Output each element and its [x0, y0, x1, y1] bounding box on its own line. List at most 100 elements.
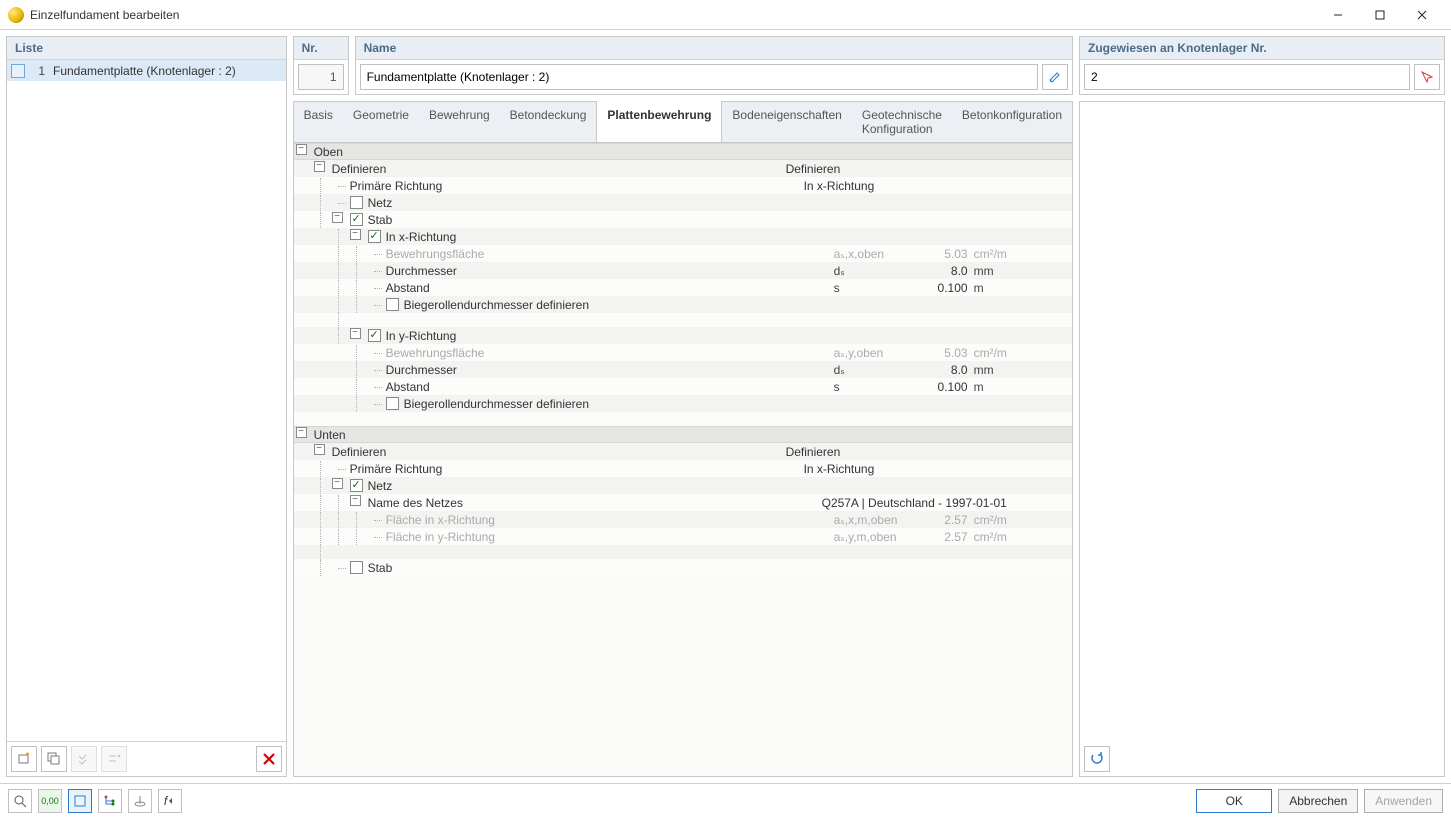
- val-asy-oben: 5.03: [904, 346, 974, 360]
- checkbox-in-x[interactable]: [368, 230, 381, 243]
- delete-item-button[interactable]: [256, 746, 282, 772]
- val-s-x[interactable]: 0.100: [904, 281, 974, 295]
- node-prim-richtung-unten[interactable]: Primäre Richtung: [348, 462, 798, 476]
- ok-button[interactable]: OK: [1196, 789, 1272, 813]
- unit-mm-y: mm: [974, 363, 1024, 377]
- node-definieren[interactable]: Definieren: [330, 162, 780, 176]
- tab-basis[interactable]: Basis: [294, 102, 343, 142]
- collapse-toggle[interactable]: −: [350, 328, 361, 339]
- node-biegeroll: Biegerollendurchmesser definieren: [404, 298, 589, 312]
- pick-node-button[interactable]: [1414, 64, 1440, 90]
- preview-panel: [1079, 101, 1445, 777]
- node-bewehrungsflaeche: Bewehrungsfläche: [384, 247, 834, 261]
- sym-ds: dₛ: [834, 264, 904, 278]
- value-name-netz[interactable]: Q257A | Deutschland - 1997-01-01: [816, 496, 1072, 510]
- view-flat-button[interactable]: [68, 789, 92, 813]
- val-ds-y[interactable]: 8.0: [904, 363, 974, 377]
- tab-geometrie[interactable]: Geometrie: [343, 102, 419, 142]
- val-s-y[interactable]: 0.100: [904, 380, 974, 394]
- collapse-toggle[interactable]: −: [296, 144, 307, 155]
- value-prim-richtung[interactable]: In x-Richtung: [798, 179, 1072, 193]
- unit-m-y: m: [974, 380, 1024, 394]
- copy-item-button[interactable]: [41, 746, 67, 772]
- node-unten[interactable]: Unten: [312, 428, 1072, 442]
- value-prim-richtung-unten[interactable]: In x-Richtung: [798, 462, 1072, 476]
- node-durchmesser[interactable]: Durchmesser: [384, 264, 834, 278]
- name-label: Name: [356, 37, 1072, 60]
- list-item[interactable]: 1 Fundamentplatte (Knotenlager : 2): [7, 60, 286, 82]
- name-input[interactable]: [360, 64, 1038, 90]
- node-netz: Netz: [368, 196, 393, 210]
- sym-asx-oben: aₛ,x,oben: [834, 247, 904, 261]
- node-flaeche-x: Fläche in x-Richtung: [384, 513, 834, 527]
- cancel-button[interactable]: Abbrechen: [1278, 789, 1358, 813]
- sym-s: s: [834, 281, 904, 295]
- tab-strip: Basis Geometrie Bewehrung Betondeckung P…: [293, 101, 1073, 142]
- val-ds-x[interactable]: 8.0: [904, 264, 974, 278]
- tab-geotech-config[interactable]: Geotechnische Konfiguration: [852, 102, 952, 142]
- unit-asx-oben: cm²/m: [974, 247, 1024, 261]
- checkbox-netz-oben[interactable]: [350, 196, 363, 209]
- view-tree-button[interactable]: [98, 789, 122, 813]
- view-3d-button[interactable]: [128, 789, 152, 813]
- apply-button[interactable]: Anwenden: [1364, 789, 1443, 813]
- tab-beton-config[interactable]: Betonkonfiguration: [952, 102, 1072, 142]
- new-item-button[interactable]: [11, 746, 37, 772]
- node-flaeche-y: Fläche in y-Richtung: [384, 530, 834, 544]
- node-oben[interactable]: Oben: [312, 145, 1072, 159]
- collapse-toggle[interactable]: −: [332, 478, 343, 489]
- node-bewehrungsflaeche-y: Bewehrungsfläche: [384, 346, 834, 360]
- unit-flaeche-x: cm²/m: [974, 513, 1024, 527]
- check-all-button[interactable]: [71, 746, 97, 772]
- checkbox-netz-unten[interactable]: [350, 479, 363, 492]
- collapse-toggle[interactable]: −: [314, 444, 325, 455]
- node-abstand-y[interactable]: Abstand: [384, 380, 834, 394]
- value-definieren[interactable]: Definieren: [780, 162, 1072, 176]
- tab-bewehrung[interactable]: Bewehrung: [419, 102, 500, 142]
- node-stab: Stab: [368, 213, 393, 227]
- edit-name-button[interactable]: [1042, 64, 1068, 90]
- function-button[interactable]: f: [158, 789, 182, 813]
- assign-label: Zugewiesen an Knotenlager Nr.: [1080, 37, 1444, 60]
- node-netz-unten: Netz: [368, 479, 393, 493]
- tab-betondeckung[interactable]: Betondeckung: [500, 102, 597, 142]
- node-abstand[interactable]: Abstand: [384, 281, 834, 295]
- tab-plattenbewehrung[interactable]: Plattenbewehrung: [596, 101, 722, 142]
- decimal-button[interactable]: 0,00: [38, 789, 62, 813]
- list-item-index: 1: [31, 64, 45, 78]
- collapse-toggle[interactable]: −: [332, 212, 343, 223]
- uncheck-all-button[interactable]: [101, 746, 127, 772]
- node-durchmesser-y[interactable]: Durchmesser: [384, 363, 834, 377]
- collapse-toggle[interactable]: −: [296, 427, 307, 438]
- search-button[interactable]: [8, 789, 32, 813]
- refresh-preview-button[interactable]: [1084, 746, 1110, 772]
- maximize-button[interactable]: [1359, 1, 1401, 29]
- minimize-button[interactable]: [1317, 1, 1359, 29]
- checkbox-stab-oben[interactable]: [350, 213, 363, 226]
- node-name-netz[interactable]: Name des Netzes: [366, 496, 816, 510]
- value-definieren-unten[interactable]: Definieren: [780, 445, 1072, 459]
- foundation-icon: [11, 64, 25, 78]
- tree-view: − Oben − Definieren Definieren Primäre R…: [293, 142, 1073, 777]
- node-prim-richtung[interactable]: Primäre Richtung: [348, 179, 798, 193]
- node-definieren-unten[interactable]: Definieren: [330, 445, 780, 459]
- assign-input[interactable]: [1084, 64, 1410, 90]
- collapse-toggle[interactable]: −: [350, 229, 361, 240]
- collapse-toggle[interactable]: −: [314, 161, 325, 172]
- sym-asy-oben: aₛ,y,oben: [834, 346, 904, 360]
- list-heading: Liste: [7, 37, 286, 60]
- close-window-button[interactable]: [1401, 1, 1443, 29]
- list-toolbar: [7, 741, 286, 776]
- window-title: Einzelfundament bearbeiten: [30, 8, 1317, 22]
- sym-s-y: s: [834, 380, 904, 394]
- unit-cm2m: cm²/m: [974, 346, 1024, 360]
- checkbox-stab-unten[interactable]: [350, 561, 363, 574]
- collapse-toggle[interactable]: −: [350, 495, 361, 506]
- checkbox-in-y[interactable]: [368, 329, 381, 342]
- checkbox-biegeroll-x[interactable]: [386, 298, 399, 311]
- unit-flaeche-y: cm²/m: [974, 530, 1024, 544]
- checkbox-biegeroll-y[interactable]: [386, 397, 399, 410]
- list-item-label: Fundamentplatte (Knotenlager : 2): [53, 64, 236, 78]
- app-icon: [8, 7, 24, 23]
- tab-bodeneigenschaften[interactable]: Bodeneigenschaften: [722, 102, 851, 142]
